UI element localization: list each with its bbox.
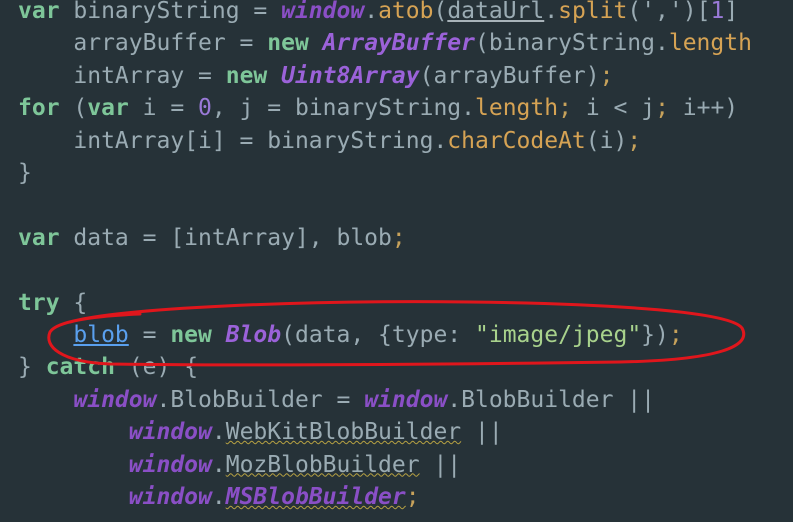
code-token: ||	[461, 419, 503, 446]
code-token: .BlobBuilder =	[156, 386, 365, 413]
code-token: window	[364, 386, 448, 413]
code-line: try {	[18, 287, 87, 319]
code-line: var data = [intArray], blob;	[18, 222, 406, 254]
code-token: .	[364, 0, 379, 24]
code-token: {	[59, 289, 88, 316]
code-token: window	[128, 419, 212, 446]
code-line: intArray = new Uint8Array(arrayBuffer);	[18, 60, 613, 92]
code-token: Blob	[225, 322, 282, 348]
code-token: new	[170, 322, 212, 348]
code-token: .	[544, 0, 559, 24]
code-token: )[	[682, 0, 711, 24]
code-token: i++)	[668, 95, 739, 122]
code-token: MozBlobBuilder	[225, 451, 420, 478]
code-line: var binaryString = window.atob(dataUrl.s…	[18, 0, 738, 27]
code-token: , j = binaryString.	[211, 95, 476, 122]
code-token: .	[211, 419, 226, 446]
code-token: window	[128, 484, 212, 510]
code-token: atob	[378, 0, 434, 24]
code-token: MSBlobBuilder	[225, 484, 406, 510]
code-token: })	[641, 322, 669, 348]
code-token: (arrayBuffer)	[419, 62, 600, 89]
code-line: }	[18, 157, 32, 189]
code-token: ]	[724, 0, 739, 24]
code-token: try	[18, 289, 60, 316]
code-token: window	[73, 386, 157, 413]
code-token: length	[475, 95, 559, 122]
code-token: ;	[668, 322, 683, 348]
code-token: ;	[655, 95, 669, 122]
code-line: blob = new Blob(data, {type: "image/jpeg…	[18, 319, 683, 351]
code-token: var	[18, 224, 60, 251]
code-token: charCodeAt	[447, 127, 586, 154]
code-token: Uint8Array	[281, 62, 420, 89]
code-token: (binaryString.	[474, 30, 669, 57]
code-token: window	[128, 451, 212, 478]
code-line: window.MozBlobBuilder ||	[18, 449, 461, 481]
code-token: (i)	[585, 127, 628, 154]
code-token: (','	[627, 0, 683, 24]
code-token: .BlobBuilder ||	[447, 386, 656, 413]
code-token: 0	[198, 95, 212, 122]
code-token: intArray =	[18, 62, 226, 89]
code-token: catch	[45, 354, 115, 381]
code-token: dataUrl	[447, 0, 545, 24]
code-token: 1	[710, 0, 725, 24]
code-token: =	[128, 322, 171, 348]
code-line: window.BlobBuilder = window.BlobBuilder …	[18, 384, 655, 416]
code-token: ;	[599, 62, 614, 89]
code-token: ;	[391, 224, 406, 251]
code-token: new	[267, 30, 309, 57]
code-line: window.WebKitBlobBuilder ||	[18, 416, 503, 448]
code-token: var	[18, 0, 60, 24]
code-token: ;	[558, 95, 572, 122]
code-token: new	[225, 62, 268, 89]
code-line: intArray[i] = binaryString.charCodeAt(i)…	[18, 125, 641, 157]
code-token: ;	[405, 484, 420, 510]
code-token: "image/jpeg"	[475, 322, 642, 348]
code-token: arrayBuffer =	[18, 30, 268, 57]
code-token: intArray[i] = binaryString.	[18, 127, 448, 154]
code-token: (	[59, 95, 88, 122]
code-token: window	[281, 0, 365, 24]
code-token: WebKitBlobBuilder	[225, 419, 462, 446]
code-token: }	[18, 160, 32, 186]
code-token: split	[558, 0, 628, 24]
code-token: i =	[128, 95, 199, 122]
code-token: for	[18, 95, 60, 122]
code-line: } catch (e) {	[18, 351, 198, 383]
code-editor[interactable]: var binaryString = window.atob(dataUrl.s…	[0, 0, 793, 522]
code-token: (	[433, 0, 448, 24]
code-line: for (var i = 0, j = binaryString.length;…	[18, 92, 738, 124]
code-token: (e) {	[114, 354, 199, 381]
code-token: ||	[419, 451, 462, 478]
code-token: binaryString =	[59, 0, 282, 24]
code-token: blob	[73, 322, 129, 348]
code-token: (data, {type:	[281, 322, 475, 348]
code-token: i < j	[571, 95, 656, 122]
code-token: .	[211, 484, 226, 510]
code-token: data = [intArray], blob	[59, 224, 392, 251]
code-token: length	[668, 30, 752, 57]
code-token: .	[211, 451, 226, 478]
code-token: }	[18, 354, 46, 381]
code-line: window.MSBlobBuilder;	[18, 481, 420, 513]
code-line: arrayBuffer = new ArrayBuffer(binaryStri…	[18, 27, 752, 59]
code-token: ;	[627, 127, 642, 154]
code-token: ArrayBuffer	[322, 30, 475, 57]
code-token: var	[87, 95, 129, 122]
